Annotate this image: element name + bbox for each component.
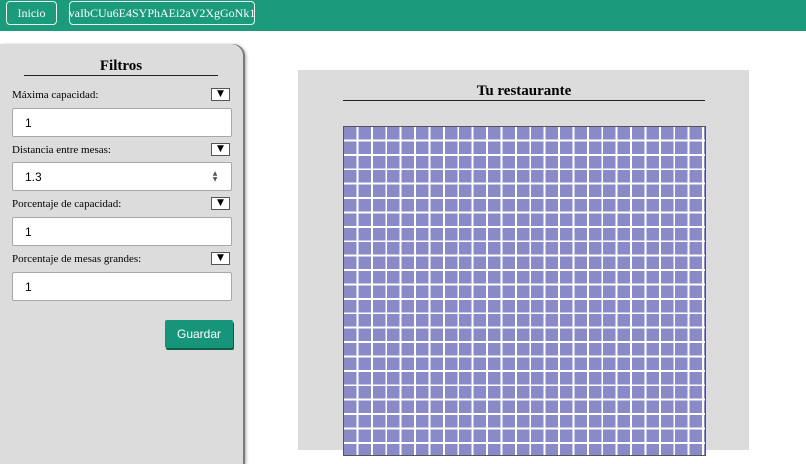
capacity-percentage-value: 1 (25, 224, 32, 239)
restaurant-panel: Tu restaurante (298, 70, 749, 456)
max-capacity-dropdown-icon[interactable]: ▼ (211, 88, 230, 101)
restaurant-title: Tu restaurante (343, 83, 705, 101)
user-token-button[interactable]: vaIbCUu6E4SYPhAEi2aV2XgGoNk1 (69, 1, 255, 25)
max-capacity-label: Máxima capacidad: (12, 89, 99, 101)
top-navigation-bar: Inicio vaIbCUu6E4SYPhAEi2aV2XgGoNk1 (0, 0, 806, 31)
table-grid[interactable] (343, 126, 706, 456)
table-distance-dropdown-icon[interactable]: ▼ (211, 143, 230, 156)
table-distance-label: Distancia entre mesas: (12, 144, 111, 156)
large-tables-percentage-input[interactable]: 1 (12, 272, 232, 301)
max-capacity-input[interactable]: 1 (12, 108, 232, 137)
table-distance-value: 1.3 (25, 169, 42, 184)
large-tables-percentage-dropdown-icon[interactable]: ▼ (211, 252, 230, 265)
home-button[interactable]: Inicio (6, 1, 57, 25)
max-capacity-value: 1 (25, 115, 32, 130)
stepper-arrows-icon[interactable]: ▲ ▼ (211, 171, 219, 183)
capacity-percentage-input[interactable]: 1 (12, 217, 232, 246)
filters-title: Filtros (24, 58, 218, 76)
capacity-percentage-dropdown-icon[interactable]: ▼ (211, 197, 230, 210)
capacity-percentage-label: Porcentaje de capacidad: (12, 198, 122, 210)
filters-panel: Filtros Máxima capacidad: ▼ 1 Distancia … (0, 44, 243, 464)
save-button[interactable]: Guardar (165, 320, 233, 348)
large-tables-percentage-label: Porcentaje de mesas grandes: (12, 253, 142, 265)
table-distance-input[interactable]: 1.3 ▲ ▼ (12, 162, 232, 191)
large-tables-percentage-value: 1 (25, 279, 32, 294)
